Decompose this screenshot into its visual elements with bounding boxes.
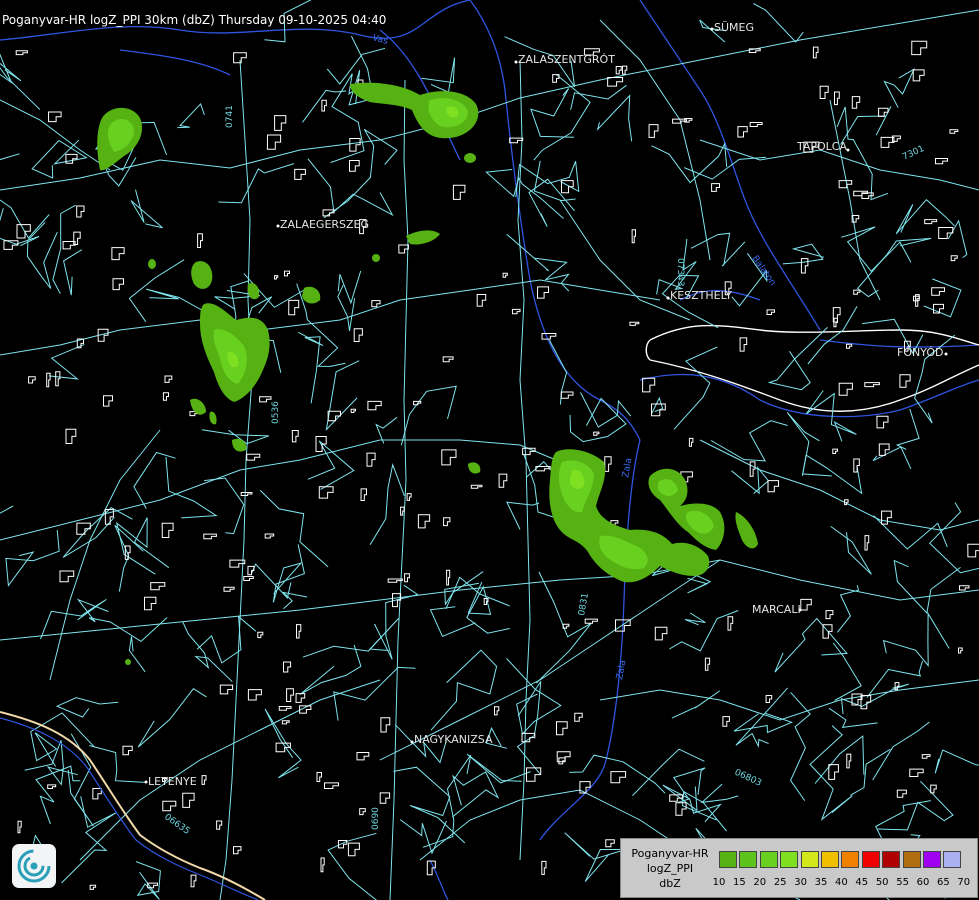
town-label-sumeg: SÜMEG bbox=[714, 21, 754, 34]
town-label-marcali: MARCALI bbox=[752, 603, 801, 616]
legend-caption: Poganyvar-HR logZ_PPI dbZ bbox=[625, 846, 715, 891]
legend-swatch bbox=[780, 851, 799, 868]
road-label-0690: 0690 bbox=[371, 807, 381, 830]
radar-map[interactable]: SÜMEG ZALASZENTGRÓT TAPOLCA ZALAEGERSZEG… bbox=[0, 0, 979, 900]
road-label-0536: 0536 bbox=[271, 401, 281, 424]
radar-product-title: Poganyvar-HR logZ_PPI 30km (dbZ) Thursda… bbox=[2, 13, 387, 27]
road-label-07343: 07343 bbox=[675, 258, 685, 287]
legend-swatch bbox=[800, 851, 819, 868]
legend-swatch bbox=[821, 851, 839, 868]
town-label-nagykanizsa: NAGYKANIZSA bbox=[414, 733, 493, 746]
legend-tick-label: 70 bbox=[957, 877, 971, 888]
town-label-zalaszentgrot: ZALASZENTGRÓT bbox=[518, 53, 615, 66]
legend-swatch bbox=[841, 851, 860, 868]
legend-unit: dbZ bbox=[659, 877, 681, 890]
road-label-0741: 0741 bbox=[225, 105, 235, 128]
legend-swatch bbox=[882, 851, 901, 868]
legend-swatch bbox=[923, 851, 941, 868]
legend-product: logZ_PPI bbox=[646, 862, 694, 875]
town-label-keszthely: KESZTHELY bbox=[670, 289, 732, 302]
town-label-tapolca: TAPOLCA bbox=[796, 140, 847, 153]
legend-swatch bbox=[739, 851, 758, 868]
town-label-letenye: LETENYE bbox=[148, 775, 197, 788]
town-label-fonyod: FONYÓD bbox=[897, 346, 943, 359]
dbz-color-legend: Poganyvar-HR logZ_PPI dbZ 10 15 20 25 30 35 40… bbox=[620, 838, 978, 898]
legend-swatch bbox=[861, 851, 880, 868]
legend-swatch bbox=[759, 851, 778, 868]
legend-swatch bbox=[719, 851, 737, 868]
legend-swatch bbox=[943, 851, 962, 868]
legend-swatch bbox=[902, 851, 921, 868]
legend-station: Poganyvar-HR bbox=[631, 847, 709, 860]
logo-swirl-graphic bbox=[17, 849, 51, 883]
town-label-zalaegerszeg: ZALAEGERSZEG bbox=[280, 218, 369, 231]
weather-service-swirl-icon bbox=[12, 844, 56, 888]
